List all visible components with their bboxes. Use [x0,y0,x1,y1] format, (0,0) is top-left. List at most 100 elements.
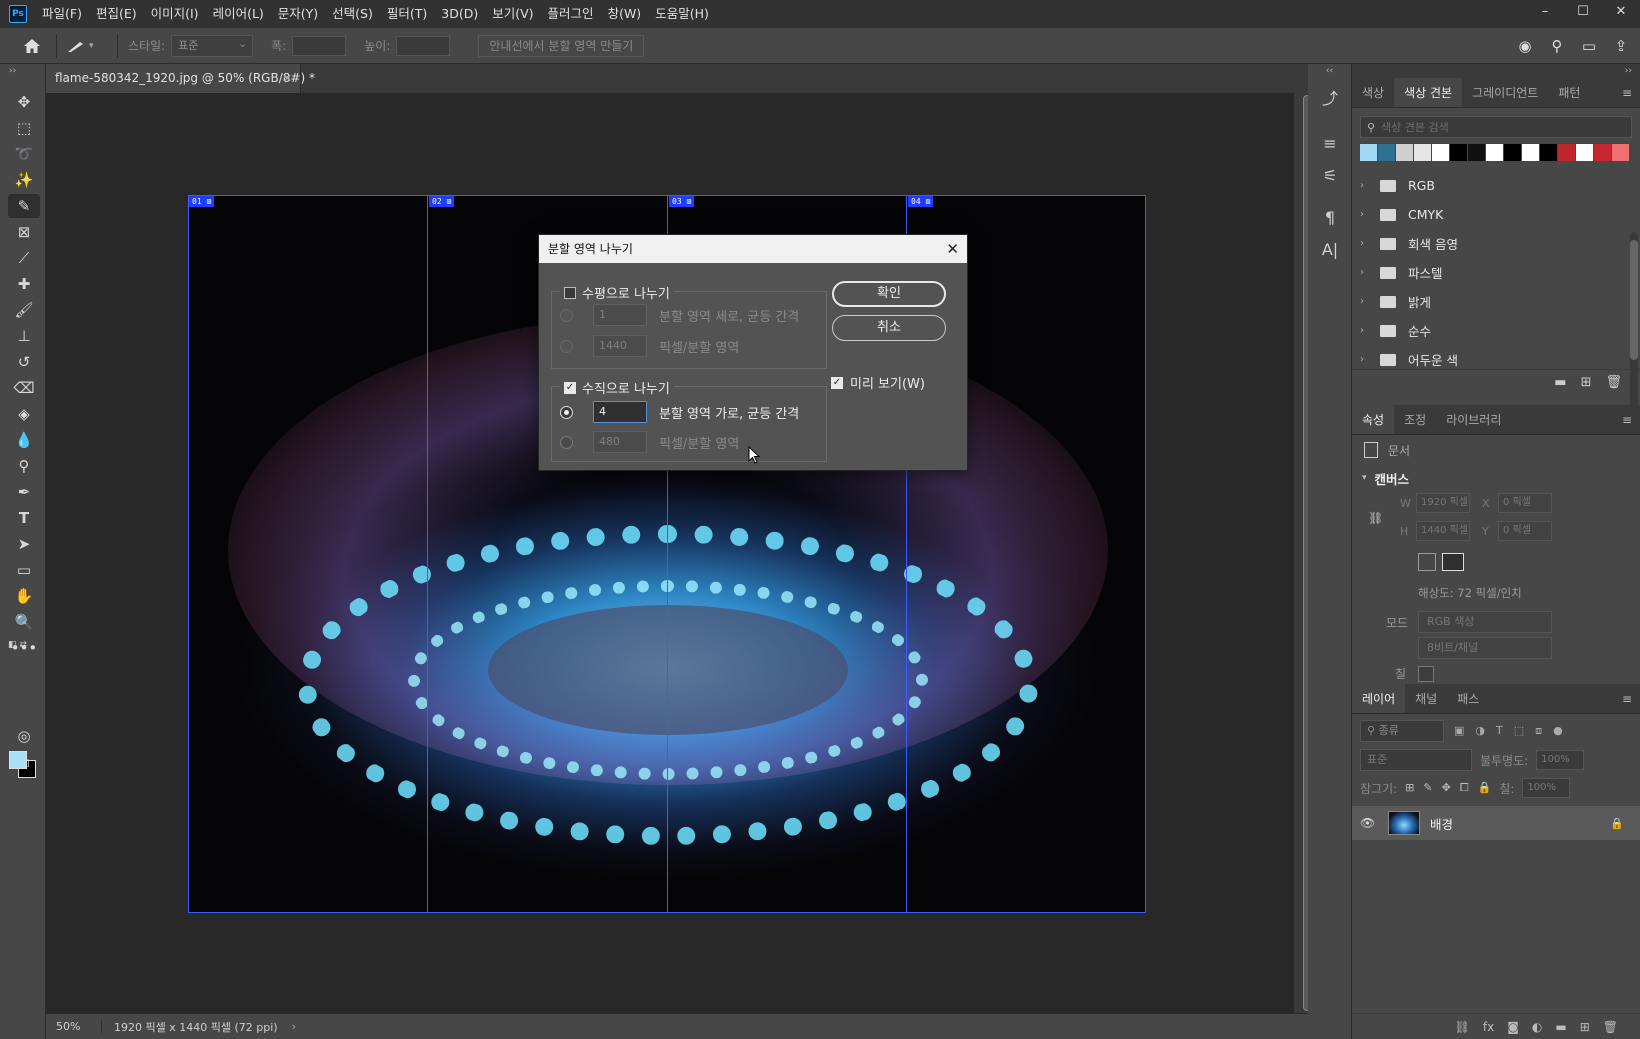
lock-pixels-icon[interactable]: ⊞ [1405,781,1414,795]
panel-tab[interactable]: 속성 [1352,405,1395,434]
type-tool-icon[interactable]: T [8,506,40,530]
eyedropper-tool-icon[interactable]: ⟋ [8,246,40,270]
panel-tab[interactable]: 그레이디언트 [1462,78,1548,107]
expand-toolbar-icon[interactable]: ›› [0,64,45,78]
character-panel-icon[interactable]: A| [1315,236,1345,262]
frame-tool-icon[interactable]: ⊠ [8,220,40,244]
lock-all-icon[interactable]: 🔒 [1478,781,1492,795]
visibility-eye-icon[interactable]: 👁 [1360,816,1382,830]
color-swatch[interactable] [1378,144,1395,161]
color-swatch[interactable] [1486,144,1503,161]
color-swatch[interactable] [1450,144,1467,161]
dialog-close-icon[interactable]: ✕ [946,235,959,263]
color-swatch[interactable] [1612,144,1629,161]
color-swatch[interactable] [1432,144,1449,161]
color-swatch[interactable] [1522,144,1539,161]
delete-icon[interactable]: 🗑 [1605,375,1622,390]
menu-item[interactable]: 선택(S) [325,0,380,28]
magic-wand-tool-icon[interactable]: ✨ [8,168,40,192]
horizontal-pixel-input[interactable]: 1440 [593,335,647,357]
panel-tab[interactable]: 채널 [1405,684,1447,713]
menu-item[interactable]: 3D(D) [434,0,485,28]
lock-position-icon[interactable]: ✥ [1442,781,1451,795]
home-button[interactable] [18,32,46,60]
color-swatch[interactable] [1576,144,1593,161]
cancel-button[interactable]: 취소 [832,315,946,341]
fill-color-swatch[interactable] [1418,665,1434,682]
canvas-scrollbar[interactable] [1294,93,1311,1013]
default-colors-icon[interactable]: ◧ ⇄ [8,640,27,650]
h-field[interactable]: 1440 픽셀 [1416,521,1470,541]
horizontal-count-radio[interactable] [560,308,573,322]
vertical-pixel-input[interactable]: 480 [593,431,647,453]
vertical-count-radio[interactable] [560,405,573,419]
menu-item[interactable]: 필터(T) [380,0,434,28]
blend-mode-select[interactable]: 표준 [1360,749,1472,771]
history-panel-icon[interactable]: ⤴ [1315,84,1345,110]
tool-preset-picker[interactable]: ▾ [67,39,107,53]
close-tab-icon[interactable]: ✕ [283,64,292,93]
height-input[interactable] [396,35,451,56]
panel-menu-icon[interactable]: ≡ [1622,405,1632,435]
menu-item[interactable]: 레이어(L) [206,0,271,28]
path-selection-tool-icon[interactable]: ➤ [8,532,40,556]
zoom-level[interactable]: 50% [46,1020,102,1033]
x-field[interactable]: 0 픽셀 [1498,493,1552,513]
close-window-button[interactable]: ✕ [1602,0,1640,22]
collapse-dock-icon[interactable]: ›› [1352,64,1640,78]
filter-toggle-icon[interactable]: ● [1553,724,1563,738]
color-swatch[interactable] [1468,144,1485,161]
new-group-icon[interactable]: ▬ [1555,1020,1566,1034]
adjustments-panel-icon[interactable]: ⚟ [1315,162,1345,188]
panel-tab[interactable]: 조정 [1394,405,1436,434]
y-field[interactable]: 0 픽셀 [1498,521,1552,541]
panel-tab[interactable]: 색상 견본 [1394,78,1463,107]
brush-tool-icon[interactable]: 🖌 [8,298,40,322]
color-swatch[interactable] [1558,144,1575,161]
horizontal-checkbox[interactable] [564,286,576,299]
adjustment-filter-icon[interactable]: ◑ [1475,724,1485,738]
swatch-folder[interactable]: › 밝게 [1352,287,1640,316]
ok-button[interactable]: 확인 [832,281,946,307]
clone-stamp-tool-icon[interactable]: ⊥ [8,324,40,348]
slice-divider[interactable] [427,195,428,913]
color-swatch[interactable] [1360,144,1377,161]
style-select[interactable]: 표준 [171,34,254,57]
link-icon[interactable]: ⛓ [1368,511,1383,525]
smart-object-filter-icon[interactable]: ⧈ [1535,724,1542,738]
share-icon[interactable]: ⇪ [1610,35,1632,57]
panel-tab[interactable]: 패스 [1447,684,1489,713]
swatch-folder[interactable]: › 어두운 색 [1352,345,1640,374]
fill-input[interactable]: 100% [1522,778,1571,798]
healing-brush-tool-icon[interactable]: ✚ [8,272,40,296]
panel-tab[interactable]: 색상 [1352,78,1394,107]
layer-style-icon[interactable]: fx [1483,1020,1494,1034]
bit-depth-select[interactable]: 8비트/채널 [1418,637,1552,659]
mode-select[interactable]: RGB 색상 [1418,611,1552,633]
search-icon[interactable]: ⚲ [1546,35,1568,57]
panel-menu-icon[interactable]: ≡ [1622,684,1632,714]
swatch-folder[interactable]: › CMYK [1352,200,1640,229]
zoom-tool-icon[interactable]: 🔍 [8,610,40,634]
panel-tab[interactable]: 레이어 [1352,684,1406,713]
color-swatch[interactable] [1540,144,1557,161]
layer-kind-filter[interactable]: ⚲ 종류 [1360,720,1444,742]
restore-button[interactable]: ☐ [1564,0,1602,22]
blur-tool-icon[interactable]: 💧 [8,428,40,452]
lasso-tool-icon[interactable]: ➰ [8,142,40,166]
vertical-count-input[interactable]: 4 [593,401,647,423]
vertical-pixel-radio[interactable] [560,435,573,449]
opacity-input[interactable]: 100% [1536,750,1585,770]
brush-settings-icon[interactable]: ≡ [1315,130,1345,156]
rectangle-tool-icon[interactable]: ▭ [8,558,40,582]
preview-checkbox[interactable]: ✓ [831,376,843,389]
slices-from-guides-button[interactable]: 안내선에서 분할 영역 만들기 [478,34,645,57]
lock-artboard-icon[interactable]: ⧠ [1460,781,1469,795]
panel-tab[interactable]: 라이브러리 [1436,405,1511,434]
new-fill-layer-icon[interactable]: ◐ [1532,1020,1542,1034]
paint-bucket-tool-icon[interactable]: ◈ [8,402,40,426]
panel-tab[interactable]: 패턴 [1548,78,1590,107]
swatch-search-input[interactable]: ⚲ 색상 견본 검색 [1360,116,1632,138]
color-swatch[interactable] [1396,144,1413,161]
minimize-button[interactable]: – [1526,0,1564,22]
